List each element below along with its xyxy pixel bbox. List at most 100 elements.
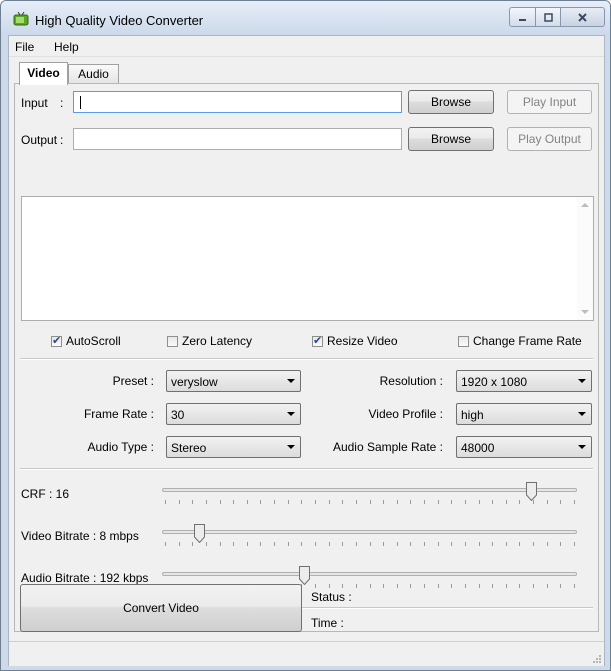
slider-tick [220, 500, 221, 504]
slider-tick [192, 542, 193, 546]
slider-tick [315, 584, 316, 588]
crf-slider-thumb[interactable] [526, 482, 537, 501]
input-label-colon: : [60, 96, 64, 110]
slider-tick [547, 500, 548, 504]
slider-tick [492, 542, 493, 546]
scroll-down-arrow-icon[interactable] [581, 310, 589, 314]
slider-tick [383, 542, 384, 546]
slider-tick [410, 542, 411, 546]
menu-file[interactable]: File [15, 40, 34, 54]
change-frame-rate-checkbox[interactable] [458, 336, 469, 347]
slider-tick [233, 542, 234, 546]
maximize-button[interactable] [536, 7, 561, 27]
slider-tick [410, 500, 411, 504]
play-output-button[interactable]: Play Output [507, 127, 592, 151]
slider-tick [288, 500, 289, 504]
resize-video-label: Resize Video [327, 334, 398, 348]
slider-tick [301, 542, 302, 546]
slider-tick [179, 542, 180, 546]
menu-bar: File Help [9, 36, 604, 57]
slider-tick [533, 542, 534, 546]
status-label: Status : [311, 590, 352, 604]
time-label: Time : [311, 616, 344, 630]
slider-tick [560, 584, 561, 588]
scroll-up-arrow-icon[interactable] [581, 203, 589, 207]
preset-label: Preset : [112, 374, 154, 388]
video-profile-select[interactable]: high [456, 403, 592, 425]
slider-tick [301, 500, 302, 504]
audio-sample-rate-select[interactable]: 48000 [456, 436, 592, 458]
slider-tick [547, 542, 548, 546]
slider-tick [465, 542, 466, 546]
slider-tick [370, 584, 371, 588]
slider-tick [438, 542, 439, 546]
tab-video[interactable]: Video [19, 62, 68, 85]
preset-select[interactable]: veryslow [166, 370, 301, 392]
input-path-field[interactable] [73, 91, 402, 113]
slider-tick [574, 542, 575, 546]
resize-grip-icon[interactable] [591, 653, 601, 663]
window-title: High Quality Video Converter [35, 13, 204, 28]
slider-tick [342, 584, 343, 588]
slider-tick [247, 500, 248, 504]
menu-help[interactable]: Help [54, 40, 79, 54]
slider-tick [397, 584, 398, 588]
chevron-down-icon [287, 445, 295, 449]
tab-audio[interactable]: Audio [68, 64, 119, 83]
resize-video-checkbox[interactable] [312, 334, 323, 347]
slider-tick [492, 500, 493, 504]
chevron-down-icon [578, 412, 586, 416]
slider-tick [329, 542, 330, 546]
app-window: High Quality Video Converter File Help V… [0, 0, 611, 671]
log-scrollbar[interactable] [577, 197, 593, 320]
zero-latency-checkbox[interactable] [167, 336, 178, 347]
slider-tick [383, 584, 384, 588]
output-browse-button[interactable]: Browse [408, 127, 494, 151]
crf-label: CRF : 16 [21, 487, 70, 501]
slider-tick [574, 584, 575, 588]
chevron-down-icon [578, 445, 586, 449]
resolution-value: 1920 x 1080 [461, 375, 528, 389]
close-button[interactable] [561, 7, 605, 27]
slider-tick [315, 500, 316, 504]
play-input-button[interactable]: Play Input [507, 90, 592, 114]
slider-tick [165, 500, 166, 504]
crf-slider-track[interactable] [162, 488, 577, 492]
title-bar[interactable]: High Quality Video Converter [1, 1, 610, 35]
audio-bitrate-label: Audio Bitrate : 192 kbps [21, 571, 149, 585]
audio-type-select[interactable]: Stereo [166, 436, 301, 458]
autoscroll-checkbox[interactable] [51, 334, 62, 347]
video-bitrate-slider-track[interactable] [162, 530, 577, 534]
output-label-colon: : [60, 133, 64, 147]
slider-tick [274, 542, 275, 546]
convert-video-button[interactable]: Convert Video [20, 584, 302, 632]
input-label: Input [21, 96, 48, 110]
minimize-icon [519, 18, 526, 21]
audio-type-value: Stereo [171, 441, 207, 455]
slider-tick [315, 542, 316, 546]
slider-tick [451, 584, 452, 588]
frame-rate-select[interactable]: 30 [166, 403, 301, 425]
slider-tick [547, 584, 548, 588]
audio-type-label: Audio Type : [87, 440, 155, 454]
slider-tick [260, 542, 261, 546]
input-browse-button[interactable]: Browse [408, 90, 494, 114]
slider-tick [465, 500, 466, 504]
output-label: Output [21, 133, 58, 147]
resolution-select[interactable]: 1920 x 1080 [456, 370, 592, 392]
video-profile-label: Video Profile : [368, 407, 444, 421]
slider-tick [356, 542, 357, 546]
slider-tick [397, 542, 398, 546]
minimize-button[interactable] [509, 7, 536, 27]
slider-tick [383, 500, 384, 504]
video-bitrate-slider-thumb[interactable] [194, 524, 205, 543]
slider-tick [410, 584, 411, 588]
slider-tick [370, 500, 371, 504]
slider-tick [479, 500, 480, 504]
audio-bitrate-slider-track[interactable] [162, 572, 577, 576]
client-area: File Help Video Audio Input : Browse Pla… [8, 35, 605, 666]
audio-bitrate-slider-thumb[interactable] [299, 566, 310, 585]
log-textarea[interactable] [21, 196, 594, 321]
output-path-field[interactable] [73, 128, 402, 150]
slider-tick [506, 542, 507, 546]
